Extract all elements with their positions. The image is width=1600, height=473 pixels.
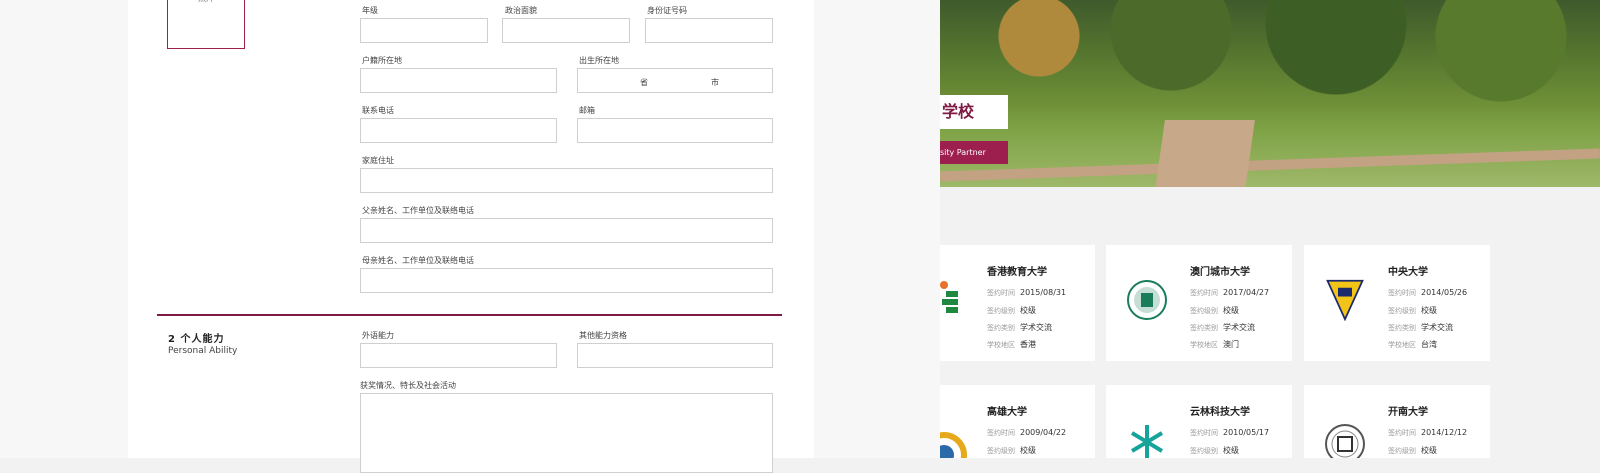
awards-label: 获奖情况、特长及社会活动 <box>360 381 456 390</box>
region-row: 学校地区 香港 <box>987 340 1036 349</box>
school-card[interactable]: 开南大学 签约时间 2014/12/12 签约级别 校级 <box>1304 385 1490 458</box>
section-2-title: 2 个人能力 <box>168 334 225 345</box>
school-name: 香港教育大学 <box>987 267 1047 278</box>
school-card[interactable]: 澳门城市大学 签约时间 2017/04/27 签约级别 校级 签约类别 学术交流 学校… <box>1106 245 1292 361</box>
sign-date-row: 签约时间 2010/05/17 <box>1190 428 1270 437</box>
school-name: 开南大学 <box>1388 407 1428 418</box>
mother-info-label: 母亲姓名、工作单位及联络电话 <box>362 256 474 265</box>
sign-level-row: 签约级别 校级 <box>1190 446 1239 455</box>
school-name: 云林科技大学 <box>1190 407 1250 418</box>
foreign-language-label: 外语能力 <box>362 331 394 340</box>
sign-level-row: 签约级别 校级 <box>1190 306 1239 315</box>
sign-date-row: 签约时间 2017/04/27 <box>1190 288 1270 297</box>
mother-info-input[interactable] <box>360 268 773 293</box>
birthplace-input[interactable]: 省 市 <box>577 68 773 93</box>
sign-date-row: 签约时间 2009/04/22 <box>987 428 1067 437</box>
foreign-language-input[interactable] <box>360 343 557 368</box>
sign-date-row: 签约时间 2015/08/31 <box>987 288 1067 297</box>
school-card[interactable]: 高雄大学 签约时间 2009/04/22 签约级别 校级 <box>940 385 1095 458</box>
city-suffix: 市 <box>711 78 719 87</box>
macau-city-university-logo-icon <box>1127 280 1167 320</box>
kaohsiung-university-logo-icon <box>940 432 967 458</box>
phone-input[interactable] <box>360 118 557 143</box>
school-name: 中央大学 <box>1388 267 1428 278</box>
photo-upload-box[interactable]: 照片 <box>167 0 245 49</box>
sign-type-row: 签约类别 学术交流 <box>1388 323 1453 332</box>
yuntech-logo-icon <box>1130 425 1164 458</box>
email-label: 邮箱 <box>579 106 595 115</box>
sign-level-row: 签约级别 校级 <box>1388 446 1437 455</box>
father-info-label: 父亲姓名、工作单位及联络电话 <box>362 206 474 215</box>
other-qualification-label: 其他能力资格 <box>579 331 627 340</box>
birthplace-label: 出生所在地 <box>579 56 619 65</box>
school-name: 澳门城市大学 <box>1190 267 1250 278</box>
household-registration-label: 户籍所在地 <box>362 56 402 65</box>
section-divider <box>157 314 782 316</box>
awards-textarea[interactable] <box>360 393 773 473</box>
hero-title: 学校 <box>940 95 1008 129</box>
father-info-input[interactable] <box>360 218 773 243</box>
school-card[interactable]: 香港教育大学 签约时间 2015/08/31 签约级别 校级 签约类别 学术交流 学校… <box>940 245 1095 361</box>
hero-subtitle: sity Partner <box>940 141 1008 164</box>
school-name: 高雄大学 <box>987 407 1027 418</box>
section-2-subtitle: Personal Ability <box>168 346 238 356</box>
other-qualification-input[interactable] <box>577 343 773 368</box>
hero-campus-image <box>940 0 1600 187</box>
sign-date-row: 签约时间 2014/05/26 <box>1388 288 1468 297</box>
phone-label: 联系电话 <box>362 106 394 115</box>
region-row: 学校地区 台湾 <box>1388 340 1437 349</box>
sign-level-row: 签约级别 校级 <box>987 306 1036 315</box>
political-status-label: 政治面貌 <box>505 6 537 15</box>
school-card[interactable]: 云林科技大学 签约时间 2010/05/17 签约级别 校级 <box>1106 385 1292 458</box>
sign-level-row: 签约级别 校级 <box>987 446 1036 455</box>
photo-label: 照片 <box>168 0 244 4</box>
id-number-label: 身份证号码 <box>647 6 687 15</box>
eduhk-logo-icon <box>940 281 958 313</box>
sign-type-row: 签约类别 学术交流 <box>987 323 1052 332</box>
grade-label: 年级 <box>362 6 378 15</box>
kainan-university-logo-icon <box>1325 424 1365 458</box>
sign-type-row: 签约类别 学术交流 <box>1190 323 1255 332</box>
sign-level-row: 签约级别 校级 <box>1388 306 1437 315</box>
grade-input[interactable] <box>360 18 488 43</box>
id-number-input[interactable] <box>645 18 773 43</box>
home-address-label: 家庭住址 <box>362 156 394 165</box>
province-suffix: 省 <box>640 78 648 87</box>
school-card[interactable]: 中央大学 签约时间 2014/05/26 签约级别 校级 签约类别 学术交流 学校地区… <box>1304 245 1490 361</box>
political-status-input[interactable] <box>502 18 630 43</box>
national-central-university-logo-icon <box>1326 279 1364 321</box>
sign-date-row: 签约时间 2014/12/12 <box>1388 428 1468 437</box>
email-input[interactable] <box>577 118 773 143</box>
home-address-input[interactable] <box>360 168 773 193</box>
household-registration-input[interactable] <box>360 68 557 93</box>
region-row: 学校地区 澳门 <box>1190 340 1239 349</box>
